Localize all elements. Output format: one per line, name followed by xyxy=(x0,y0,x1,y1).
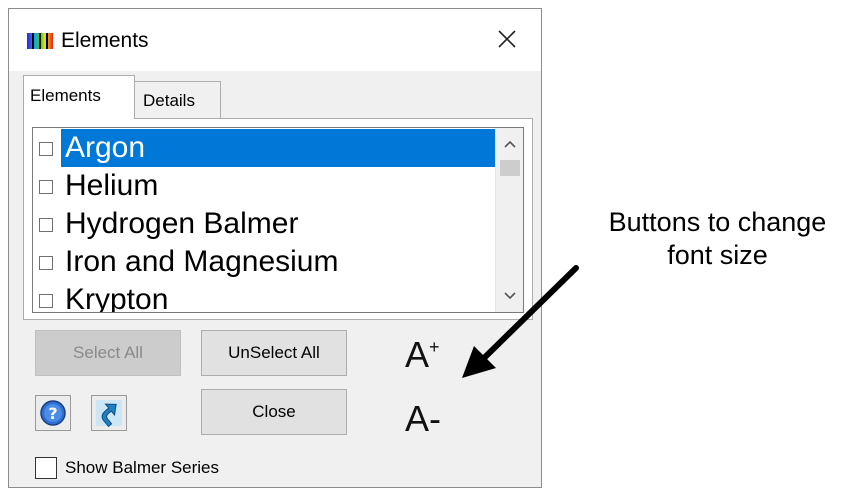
list-item-checkbox[interactable] xyxy=(39,180,53,194)
list-item-label: Iron and Magnesium xyxy=(65,245,339,278)
window-title: Elements xyxy=(61,29,149,52)
annotation-arrow-icon xyxy=(462,265,579,378)
help-button[interactable]: ? xyxy=(35,395,71,431)
list-item-krypton[interactable]: Krypton xyxy=(39,280,509,313)
list-item-checkbox[interactable] xyxy=(39,218,53,232)
tab-strip: Elements Details xyxy=(23,71,533,119)
show-balmer-series-label: Show Balmer Series xyxy=(65,458,220,477)
font-increase-plus: + xyxy=(429,337,440,357)
list-item-checkbox[interactable] xyxy=(39,142,53,156)
svg-text:?: ? xyxy=(48,404,57,423)
annotation-text: Buttons to change font size xyxy=(590,206,845,272)
select-all-button[interactable]: Select All xyxy=(35,330,181,376)
list-item-label: Krypton xyxy=(65,283,169,313)
list-item-checkbox[interactable] xyxy=(39,294,53,308)
list-item-label: Helium xyxy=(65,169,159,202)
help-icon: ? xyxy=(40,400,66,426)
list-item-label: Argon xyxy=(61,129,509,167)
list-item-argon[interactable]: Argon xyxy=(39,128,509,167)
font-increase-letter: A xyxy=(405,334,430,375)
annotation-line-2: font size xyxy=(667,240,768,270)
close-button[interactable]: Close xyxy=(201,389,347,435)
font-increase-button[interactable]: A+ xyxy=(405,337,440,373)
font-decrease-button[interactable]: A- xyxy=(405,401,441,437)
tab-details[interactable]: Details xyxy=(135,81,221,119)
annotation-line-1: Buttons to change xyxy=(608,207,827,237)
close-icon[interactable] xyxy=(491,23,523,55)
list-item-label: Hydrogen Balmer xyxy=(65,207,299,240)
scroll-thumb[interactable] xyxy=(500,160,520,176)
list-item-checkbox[interactable] xyxy=(39,256,53,270)
spectrum-icon xyxy=(27,33,53,49)
list-item-hydrogen-balmer[interactable]: Hydrogen Balmer xyxy=(39,204,509,242)
unselect-all-button[interactable]: UnSelect All xyxy=(201,330,347,376)
show-balmer-series-checkbox[interactable] xyxy=(35,457,57,479)
elements-window: Elements Elements Details Argon Helium H… xyxy=(8,8,542,488)
list-item-iron-and-magnesium[interactable]: Iron and Magnesium xyxy=(39,242,509,280)
list-item-helium[interactable]: Helium xyxy=(39,166,509,204)
title-bar: Elements xyxy=(9,9,541,71)
tab-elements[interactable]: Elements xyxy=(23,75,135,119)
chevron-up-icon[interactable] xyxy=(496,132,524,156)
arrow-link-icon xyxy=(96,400,122,428)
open-link-button[interactable] xyxy=(91,395,127,431)
